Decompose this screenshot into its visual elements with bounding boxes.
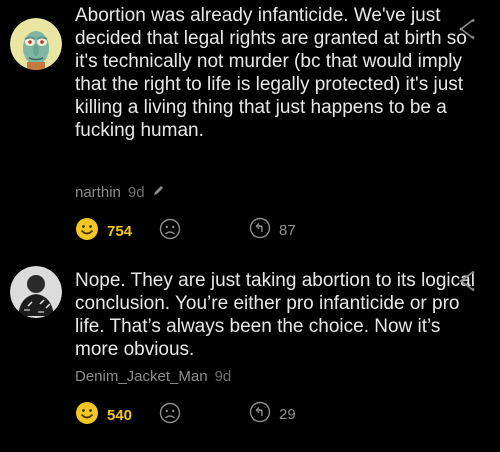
smile-button[interactable]: 540 xyxy=(75,401,132,430)
smile-icon xyxy=(75,401,99,430)
avatar[interactable] xyxy=(10,18,62,70)
comment-actions: 754 87 xyxy=(75,217,375,243)
reply-button[interactable]: 29 xyxy=(249,401,296,428)
comment-text: Abortion was already infanticide. We've … xyxy=(75,5,467,141)
reply-count: 87 xyxy=(279,222,296,239)
frown-icon xyxy=(159,402,181,428)
avatar[interactable] xyxy=(10,266,62,318)
frown-button[interactable] xyxy=(159,218,181,245)
frown-button[interactable] xyxy=(159,402,181,429)
timestamp: 9d xyxy=(127,184,145,201)
reply-count: 29 xyxy=(279,406,296,423)
smile-count: 540 xyxy=(107,407,133,424)
smile-button[interactable]: 754 xyxy=(75,217,132,246)
timestamp: 9d xyxy=(214,368,232,385)
frown-icon xyxy=(159,218,181,244)
comment-meta: narthin 9d xyxy=(75,184,165,201)
reply-icon xyxy=(249,401,271,428)
share-icon[interactable] xyxy=(458,18,476,40)
comment-actions: 540 29 xyxy=(75,401,375,427)
share-icon[interactable] xyxy=(458,270,476,292)
reply-button[interactable]: 87 xyxy=(249,217,296,244)
comment-meta: Denim_Jacket_Man 9d xyxy=(75,368,231,385)
pencil-icon xyxy=(152,184,165,201)
comment-text: Nope. They are just taking abortion to i… xyxy=(75,270,475,360)
username[interactable]: narthin xyxy=(75,184,121,201)
smile-count: 754 xyxy=(107,223,133,240)
comment: Nope. They are just taking abortion to i… xyxy=(0,252,500,452)
reply-icon xyxy=(249,217,271,244)
comment: Abortion was already infanticide. We've … xyxy=(0,0,500,250)
smile-icon xyxy=(75,217,99,246)
username[interactable]: Denim_Jacket_Man xyxy=(75,368,208,385)
